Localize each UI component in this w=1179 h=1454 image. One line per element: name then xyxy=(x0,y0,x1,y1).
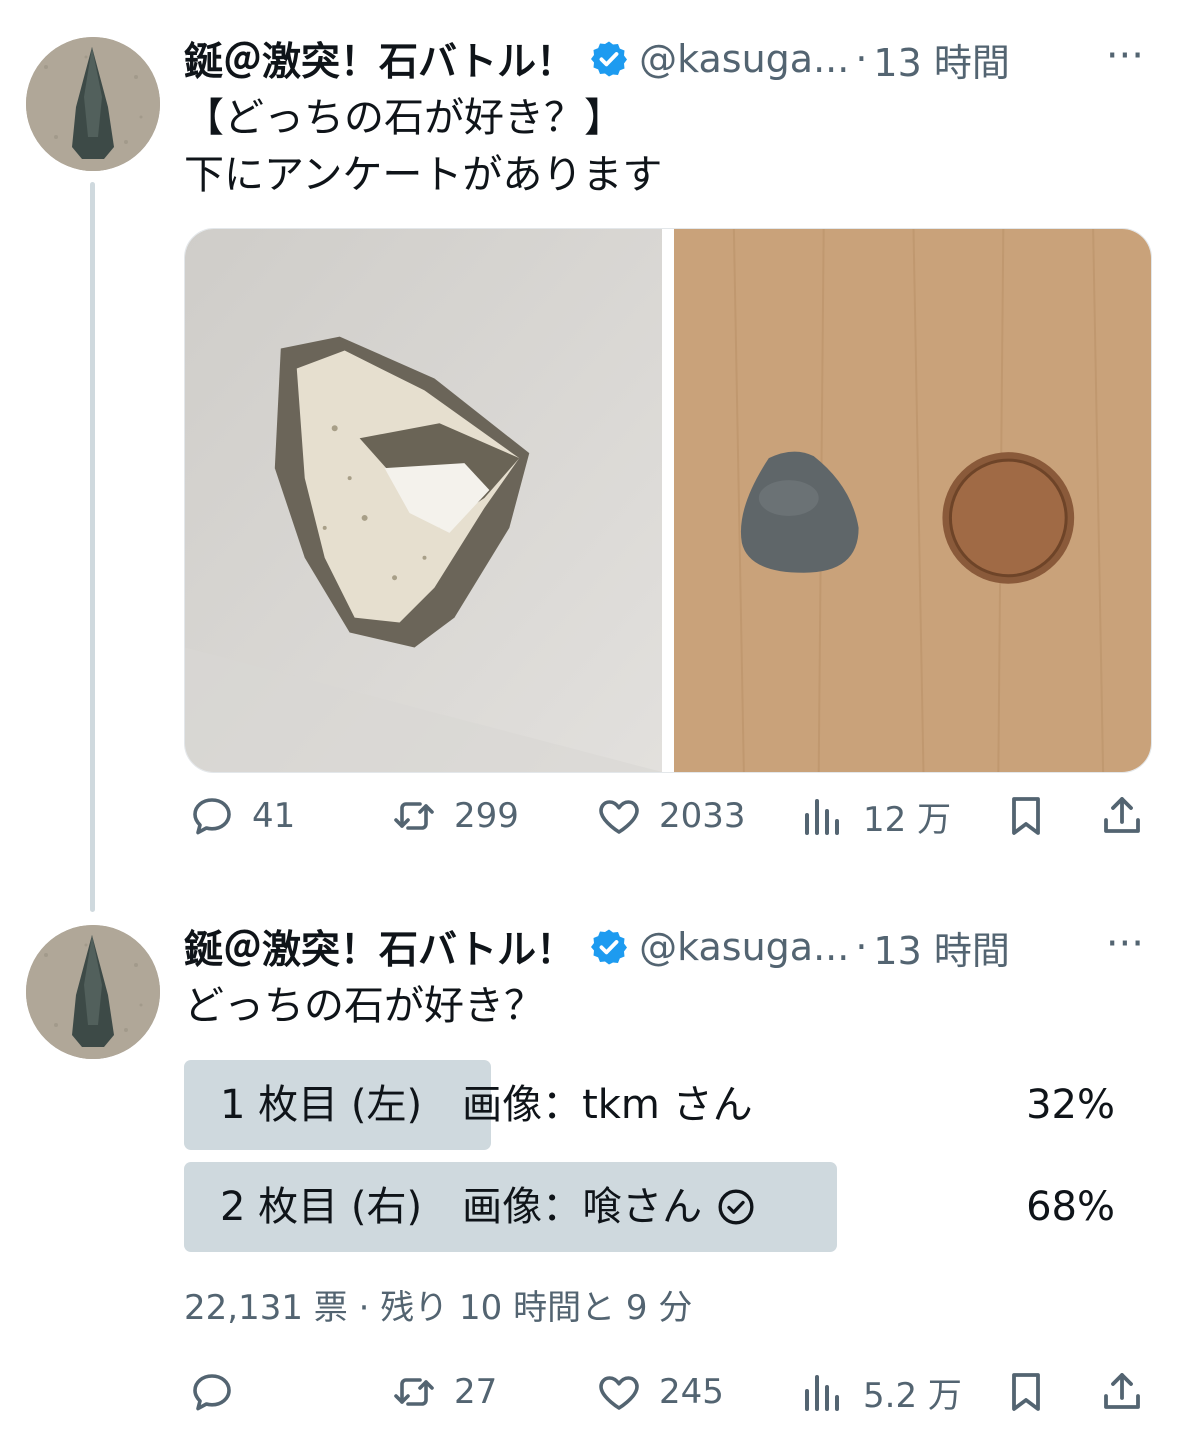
bookmark-icon xyxy=(1012,797,1040,835)
poll-vote-summary: 22,131 票 · 残り 10 時間と 9 分 xyxy=(184,1288,693,1328)
heart-icon xyxy=(599,800,639,834)
post-timestamp[interactable]: 13 時間 xyxy=(873,920,1009,975)
repost-button[interactable]: 27 xyxy=(390,1368,497,1416)
media-photo-left[interactable] xyxy=(185,229,662,772)
post-timestamp[interactable]: 13 時間 xyxy=(873,32,1009,87)
rock-photo-left xyxy=(185,229,662,772)
header-separator: · xyxy=(855,37,868,81)
post-header: 鋋＠激突！石バトル！ @kasuga... · 13 時間 xyxy=(184,918,1154,976)
author-handle[interactable]: @kasuga... xyxy=(639,925,849,969)
post-text: どっちの石が好き？ xyxy=(184,983,544,1029)
poll-option-label: 2 枚目 (右) 画像：喰さん xyxy=(220,1162,756,1252)
repost-count: 27 xyxy=(454,1372,498,1412)
like-count: 2033 xyxy=(659,796,746,836)
reply-count: 41 xyxy=(252,796,296,836)
post-actions: 27 245 5.2 万 xyxy=(184,1368,1154,1428)
share-button[interactable] xyxy=(1098,792,1146,840)
author-handle[interactable]: @kasuga... xyxy=(639,37,849,81)
share-button[interactable] xyxy=(1098,1368,1146,1416)
poll-option-percent: 68% xyxy=(1026,1184,1115,1230)
poll-option-text: 2 枚目 (右) 画像：喰さん xyxy=(220,1184,703,1230)
repost-icon xyxy=(394,1378,434,1406)
media-photo-right[interactable] xyxy=(674,229,1151,772)
arrowhead-avatar-image xyxy=(26,37,160,171)
header-separator: · xyxy=(855,925,868,969)
views-bar-chart-icon xyxy=(805,798,839,835)
repost-count: 299 xyxy=(454,796,519,836)
reply-button[interactable]: 41 xyxy=(188,792,295,840)
verified-badge-icon xyxy=(591,41,628,77)
more-options-icon[interactable]: ··· xyxy=(1106,36,1144,76)
view-count: 5.2 万 xyxy=(863,1376,962,1416)
views-button[interactable]: 5.2 万 xyxy=(799,1368,962,1417)
like-button[interactable]: 245 xyxy=(595,1368,724,1416)
bookmark-button[interactable] xyxy=(1002,792,1050,840)
repost-button[interactable]: 299 xyxy=(390,792,519,840)
share-icon xyxy=(1104,797,1140,833)
views-bar-chart-icon xyxy=(805,1374,839,1411)
post-actions: 41 299 2033 12 万 xyxy=(184,792,1154,852)
views-button[interactable]: 12 万 xyxy=(799,792,951,841)
heart-icon xyxy=(599,1376,639,1410)
more-options-icon[interactable]: ··· xyxy=(1106,924,1144,964)
poll-option-1[interactable]: 1 枚目 (左) 画像：tkm さん 32% xyxy=(184,1060,1129,1150)
bookmark-button[interactable] xyxy=(1002,1368,1050,1416)
post-media[interactable] xyxy=(184,228,1152,773)
post-text: 【どっちの石が好き？】 下にアンケートがあります xyxy=(184,95,663,198)
poll-option-label: 1 枚目 (左) 画像：tkm さん xyxy=(220,1060,753,1150)
poll-option-text: 1 枚目 (左) 画像：tkm さん xyxy=(220,1082,753,1128)
thread-view: 鋋＠激突！石バトル！ @kasuga... · 13 時間 ··· 【どっちの石… xyxy=(0,0,1179,1454)
arrowhead-avatar-image xyxy=(26,925,160,1059)
post-header: 鋋＠激突！石バトル！ @kasuga... · 13 時間 xyxy=(184,30,1154,88)
post-2[interactable]: 鋋＠激突！石バトル！ @kasuga... · 13 時間 ··· どっちの石が… xyxy=(184,918,1154,1416)
thread-connector-line xyxy=(90,182,95,912)
author-display-name[interactable]: 鋋＠激突！石バトル！ xyxy=(184,919,575,975)
bookmark-icon xyxy=(1012,1373,1040,1411)
reply-icon xyxy=(193,798,231,835)
author-avatar[interactable] xyxy=(26,37,160,171)
like-count: 245 xyxy=(659,1372,724,1412)
check-circle-icon xyxy=(718,1189,754,1225)
repost-icon xyxy=(394,802,434,830)
like-button[interactable]: 2033 xyxy=(595,792,746,840)
post-1[interactable]: 鋋＠激突！石バトル！ @kasuga... · 13 時間 ··· 【どっちの石… xyxy=(184,30,1154,840)
share-icon xyxy=(1104,1373,1140,1409)
reply-button[interactable] xyxy=(188,1368,252,1416)
reply-icon xyxy=(193,1374,231,1411)
poll-option-percent: 32% xyxy=(1026,1082,1115,1128)
author-display-name[interactable]: 鋋＠激突！石バトル！ xyxy=(184,31,575,87)
view-count: 12 万 xyxy=(863,800,952,840)
poll-option-2[interactable]: 2 枚目 (右) 画像：喰さん 68% xyxy=(184,1162,1129,1252)
verified-badge-icon xyxy=(591,929,628,965)
stone-and-coin-photo-right xyxy=(674,229,1151,772)
author-avatar[interactable] xyxy=(26,925,160,1059)
